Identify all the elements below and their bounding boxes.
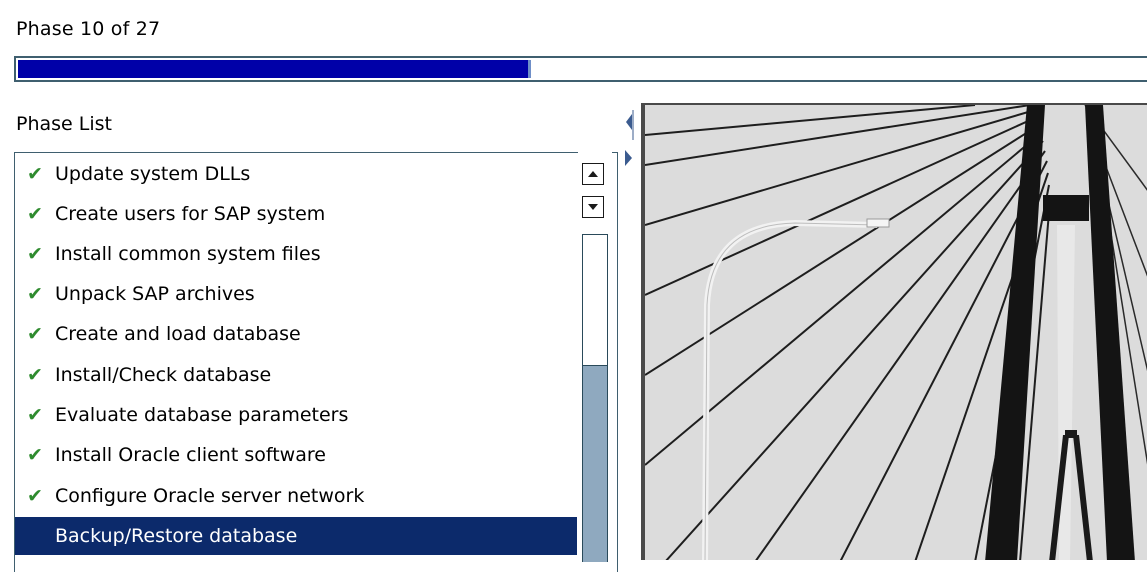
list-item[interactable]: ✔ Update system DLLs — [15, 155, 577, 193]
bridge-photo — [641, 103, 1147, 560]
list-item-label: Create users for SAP system — [55, 203, 326, 225]
check-icon: ✔ — [27, 243, 43, 265]
progress-fill — [18, 60, 531, 78]
check-icon: ✔ — [27, 444, 43, 466]
list-item[interactable]: ✔ Unpack SAP archives — [15, 275, 577, 313]
list-item[interactable]: ✔ Create and load database — [15, 315, 577, 353]
pane-splitter[interactable] — [622, 108, 636, 568]
list-item-label: Backup/Restore database — [55, 525, 298, 547]
list-item-label: Install Oracle client software — [55, 444, 326, 466]
list-item[interactable]: ✔ Install common system files — [15, 235, 577, 273]
scroll-up-button[interactable] — [582, 163, 604, 185]
list-item-label: Install common system files — [55, 243, 321, 265]
list-item-label: Update system DLLs — [55, 163, 251, 185]
check-icon: ✔ — [27, 323, 43, 345]
triangle-down-icon — [588, 204, 598, 210]
phase-list-label: Phase List — [16, 113, 112, 135]
phase-status: Phase 10 of 27 — [16, 18, 161, 40]
list-item[interactable]: ✔ Evaluate database parameters — [15, 396, 577, 434]
scroll-track[interactable] — [582, 234, 608, 562]
list-item-label: Configure Oracle server network — [55, 485, 365, 507]
list-item[interactable]: ✔ Install Oracle client software — [15, 436, 577, 474]
list-item-label: Evaluate database parameters — [55, 404, 349, 426]
progress-bar — [14, 56, 1147, 82]
list-item-label: Create and load database — [55, 323, 301, 345]
check-icon: ✔ — [27, 283, 43, 305]
list-item-selected[interactable]: Backup/Restore database — [15, 517, 577, 555]
list-item[interactable]: ✔ Create users for SAP system — [15, 195, 577, 233]
list-item[interactable]: ✔ Install/Check database — [15, 356, 577, 394]
list-item[interactable]: ✔ Configure Oracle server network — [15, 477, 577, 515]
check-icon: ✔ — [27, 163, 43, 185]
scroll-thumb[interactable] — [583, 365, 607, 562]
check-icon: ✔ — [27, 203, 43, 225]
bridge-illustration — [645, 105, 1147, 560]
check-icon: ✔ — [27, 485, 43, 507]
list-item-label: Install/Check database — [55, 364, 272, 386]
scroll-down-button[interactable] — [582, 196, 604, 218]
vertical-scrollbar[interactable] — [578, 152, 612, 562]
list-item-label: Unpack SAP archives — [55, 283, 255, 305]
phase-list[interactable]: ✔ Update system DLLs ✔ Create users for … — [14, 152, 618, 572]
check-icon: ✔ — [27, 364, 43, 386]
triangle-right-icon[interactable] — [624, 148, 634, 170]
triangle-left-icon[interactable] — [624, 110, 634, 140]
triangle-up-icon — [588, 171, 598, 177]
check-icon: ✔ — [27, 404, 43, 426]
